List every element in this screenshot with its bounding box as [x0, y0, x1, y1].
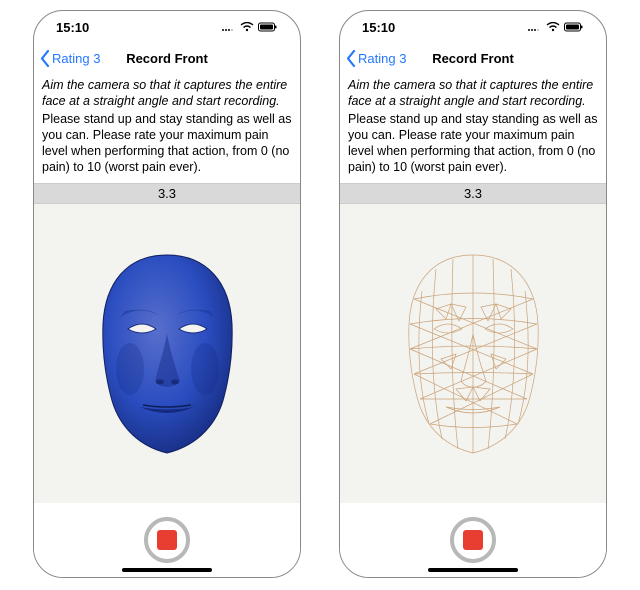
controls-bar	[340, 503, 606, 577]
back-label: Rating 3	[358, 51, 406, 66]
phone-screen-left: 15:10 Rating 3 Record Front Aim the came…	[33, 10, 301, 578]
status-icons	[221, 20, 278, 35]
nav-header: Rating 3 Record Front	[34, 43, 300, 73]
record-stop-button[interactable]	[450, 517, 496, 563]
task-instruction: Please stand up and stay standing as wel…	[348, 111, 598, 175]
rating-value-bar: 3.3	[340, 183, 606, 204]
nav-header: Rating 3 Record Front	[340, 43, 606, 73]
signal-icon	[221, 20, 236, 35]
home-indicator[interactable]	[428, 568, 518, 572]
camera-preview	[34, 204, 300, 503]
page-title: Record Front	[126, 51, 208, 66]
status-bar: 15:10	[340, 11, 606, 43]
instructions-block: Aim the camera so that it captures the e…	[340, 73, 606, 177]
back-button[interactable]: Rating 3	[346, 50, 406, 67]
controls-bar	[34, 503, 300, 577]
home-indicator[interactable]	[122, 568, 212, 572]
face-mask-wireframe	[396, 249, 551, 459]
battery-icon	[564, 20, 584, 35]
back-button[interactable]: Rating 3	[40, 50, 100, 67]
page-title: Record Front	[432, 51, 514, 66]
face-mask-solid	[90, 249, 245, 459]
status-time: 15:10	[362, 20, 395, 35]
chevron-left-icon	[40, 50, 51, 67]
back-label: Rating 3	[52, 51, 100, 66]
wifi-icon	[546, 20, 560, 35]
camera-preview	[340, 204, 606, 503]
status-time: 15:10	[56, 20, 89, 35]
phone-screen-right: 15:10 Rating 3 Record Front Aim the came…	[339, 10, 607, 578]
wifi-icon	[240, 20, 254, 35]
status-icons	[527, 20, 584, 35]
signal-icon	[527, 20, 542, 35]
stop-icon	[463, 530, 483, 550]
instructions-block: Aim the camera so that it captures the e…	[34, 73, 300, 177]
task-instruction: Please stand up and stay standing as wel…	[42, 111, 292, 175]
camera-instruction: Aim the camera so that it captures the e…	[42, 77, 292, 109]
record-stop-button[interactable]	[144, 517, 190, 563]
chevron-left-icon	[346, 50, 357, 67]
stop-icon	[157, 530, 177, 550]
camera-instruction: Aim the camera so that it captures the e…	[348, 77, 598, 109]
status-bar: 15:10	[34, 11, 300, 43]
rating-value-bar: 3.3	[34, 183, 300, 204]
battery-icon	[258, 20, 278, 35]
